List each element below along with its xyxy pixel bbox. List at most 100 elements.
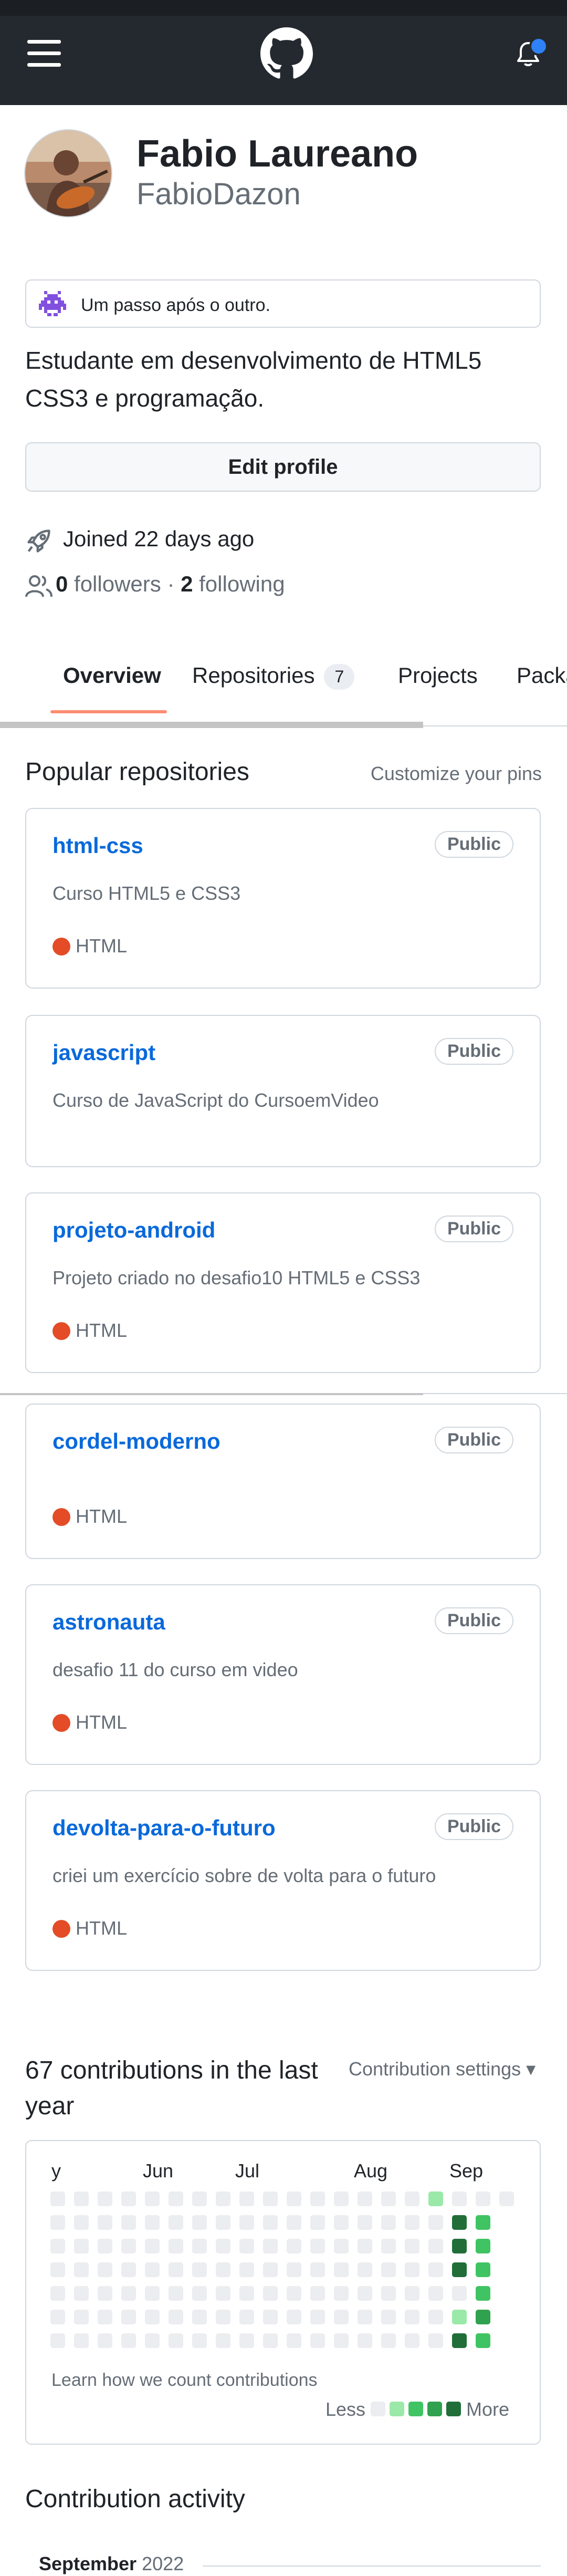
repo-link[interactable]: devolta-para-o-futuro — [52, 1815, 276, 1841]
contribution-day[interactable] — [74, 2286, 89, 2301]
contribution-day[interactable] — [121, 2286, 136, 2301]
contribution-day[interactable] — [476, 2333, 490, 2348]
contribution-day[interactable] — [74, 2191, 89, 2206]
contribution-day[interactable] — [50, 2239, 65, 2253]
contribution-day[interactable] — [50, 2286, 65, 2301]
repo-link[interactable]: projeto-android — [52, 1218, 215, 1243]
contribution-day[interactable] — [358, 2333, 372, 2348]
contribution-day[interactable] — [216, 2310, 230, 2324]
contribution-day[interactable] — [145, 2215, 160, 2230]
contribution-day[interactable] — [405, 2262, 419, 2277]
contribution-day[interactable] — [358, 2262, 372, 2277]
contribution-day[interactable] — [239, 2191, 254, 2206]
contribution-day[interactable] — [169, 2215, 183, 2230]
contribution-day[interactable] — [310, 2333, 325, 2348]
contribution-day[interactable] — [192, 2239, 207, 2253]
contribution-day[interactable] — [476, 2215, 490, 2230]
contribution-day[interactable] — [239, 2286, 254, 2301]
contribution-day[interactable] — [287, 2215, 301, 2230]
contribution-day[interactable] — [50, 2310, 65, 2324]
contribution-day[interactable] — [428, 2286, 443, 2301]
contribution-day[interactable] — [239, 2239, 254, 2253]
contribution-day[interactable] — [334, 2239, 349, 2253]
contribution-day[interactable] — [358, 2239, 372, 2253]
contribution-day[interactable] — [145, 2262, 160, 2277]
contribution-day[interactable] — [334, 2310, 349, 2324]
contribution-day[interactable] — [310, 2239, 325, 2253]
contribution-day[interactable] — [381, 2286, 396, 2301]
contribution-day[interactable] — [310, 2262, 325, 2277]
contribution-day[interactable] — [145, 2191, 160, 2206]
tab-projects[interactable]: Projects — [398, 663, 478, 688]
contribution-day[interactable] — [358, 2191, 372, 2206]
contribution-day[interactable] — [98, 2310, 112, 2324]
repo-link[interactable]: astronauta — [52, 1609, 165, 1635]
contribution-day[interactable] — [452, 2310, 467, 2324]
contribution-day[interactable] — [98, 2239, 112, 2253]
contribution-day[interactable] — [216, 2333, 230, 2348]
hamburger-menu-icon[interactable] — [27, 40, 61, 67]
contribution-day[interactable] — [334, 2262, 349, 2277]
contribution-day[interactable] — [310, 2191, 325, 2206]
contribution-day[interactable] — [74, 2239, 89, 2253]
contribution-day[interactable] — [145, 2310, 160, 2324]
contribution-day[interactable] — [428, 2239, 443, 2253]
following-count[interactable]: 2 — [181, 572, 193, 596]
contribution-day[interactable] — [428, 2310, 443, 2324]
contribution-day[interactable] — [98, 2286, 112, 2301]
contribution-day[interactable] — [334, 2333, 349, 2348]
contribution-day[interactable] — [287, 2286, 301, 2301]
contribution-day[interactable] — [358, 2310, 372, 2324]
contribution-day[interactable] — [216, 2191, 230, 2206]
contribution-day[interactable] — [50, 2191, 65, 2206]
contribution-day[interactable] — [428, 2191, 443, 2206]
contribution-day[interactable] — [476, 2239, 490, 2253]
contribution-day[interactable] — [476, 2286, 490, 2301]
followers-label[interactable]: followers — [74, 572, 161, 596]
repo-link[interactable]: html-css — [52, 833, 143, 858]
contribution-day[interactable] — [98, 2215, 112, 2230]
contribution-day[interactable] — [310, 2215, 325, 2230]
contribution-day[interactable] — [405, 2333, 419, 2348]
contribution-day[interactable] — [192, 2310, 207, 2324]
contribution-day[interactable] — [216, 2286, 230, 2301]
tabs-scrollbar[interactable] — [0, 722, 423, 728]
tab-repositories[interactable]: Repositories 7 — [192, 663, 355, 690]
learn-contributions-link[interactable]: Learn how we count contributions — [51, 2370, 318, 2391]
tab-overview[interactable]: Overview — [63, 663, 161, 688]
contribution-day[interactable] — [381, 2310, 396, 2324]
contribution-day[interactable] — [121, 2239, 136, 2253]
contribution-day[interactable] — [263, 2239, 278, 2253]
contribution-day[interactable] — [405, 2239, 419, 2253]
contribution-day[interactable] — [263, 2215, 278, 2230]
contribution-day[interactable] — [169, 2239, 183, 2253]
contribution-day[interactable] — [145, 2286, 160, 2301]
contribution-day[interactable] — [263, 2286, 278, 2301]
contribution-day[interactable] — [381, 2215, 396, 2230]
contribution-day[interactable] — [121, 2310, 136, 2324]
contribution-day[interactable] — [192, 2333, 207, 2348]
contribution-day[interactable] — [169, 2333, 183, 2348]
contribution-day[interactable] — [452, 2239, 467, 2253]
contribution-day[interactable] — [428, 2262, 443, 2277]
contribution-day[interactable] — [239, 2333, 254, 2348]
horizontal-scrollbar[interactable] — [0, 1393, 423, 1395]
contribution-day[interactable] — [287, 2191, 301, 2206]
contribution-day[interactable] — [287, 2239, 301, 2253]
contribution-day[interactable] — [145, 2333, 160, 2348]
user-status[interactable]: Um passo após o outro. — [25, 279, 541, 328]
avatar[interactable] — [24, 129, 112, 217]
contribution-day[interactable] — [452, 2286, 467, 2301]
contribution-day[interactable] — [74, 2215, 89, 2230]
followers-count[interactable]: 0 — [56, 572, 68, 596]
contribution-day[interactable] — [50, 2215, 65, 2230]
repo-link[interactable]: javascript — [52, 1040, 155, 1065]
contribution-day[interactable] — [121, 2215, 136, 2230]
contribution-day[interactable] — [98, 2333, 112, 2348]
contribution-day[interactable] — [452, 2215, 467, 2230]
contribution-day[interactable] — [263, 2191, 278, 2206]
contribution-day[interactable] — [287, 2310, 301, 2324]
contribution-day[interactable] — [192, 2191, 207, 2206]
contribution-day[interactable] — [287, 2333, 301, 2348]
contribution-day[interactable] — [381, 2333, 396, 2348]
